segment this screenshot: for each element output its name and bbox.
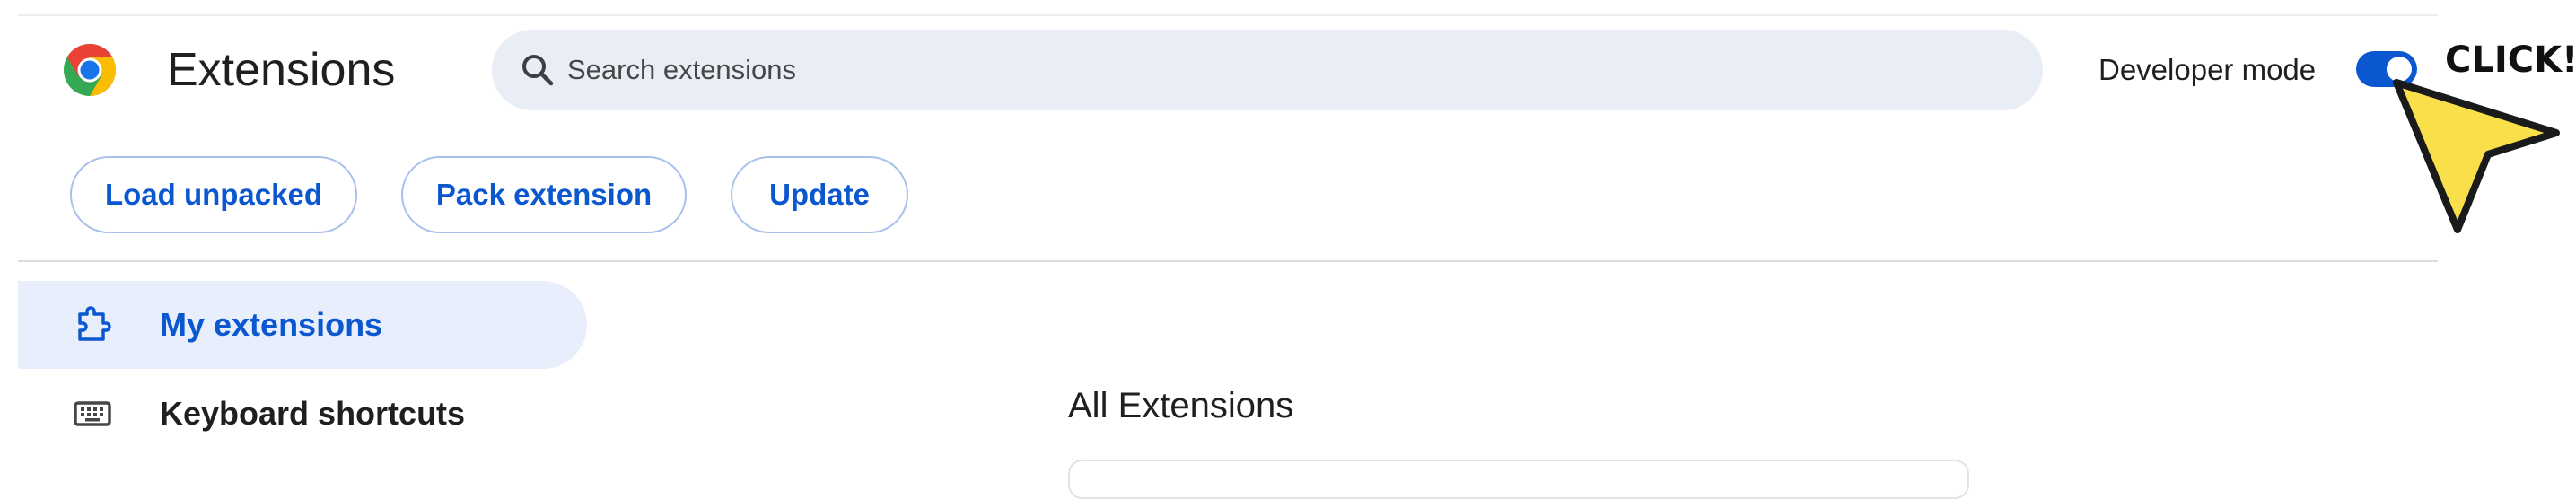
toolbar-divider <box>18 260 2438 262</box>
section-title: All Extensions <box>1068 386 1294 425</box>
sidebar-item-keyboard-shortcuts[interactable]: Keyboard shortcuts <box>18 370 587 458</box>
click-annotation: CLICK! <box>2393 39 2576 233</box>
sidebar-item-label: Keyboard shortcuts <box>160 395 466 432</box>
search-input[interactable] <box>567 30 2003 110</box>
load-unpacked-button[interactable]: Load unpacked <box>70 156 357 233</box>
search-icon <box>522 55 554 86</box>
pointer-arrow-icon <box>2393 79 2560 233</box>
top-divider <box>18 14 2438 16</box>
pack-extension-button[interactable]: Pack extension <box>401 156 687 233</box>
sidebar-item-label: My extensions <box>160 306 383 343</box>
chrome-logo-icon <box>64 44 116 96</box>
extension-puzzle-icon <box>78 306 111 341</box>
page-title: Extensions <box>167 44 396 96</box>
keyboard-icon <box>74 401 111 426</box>
update-button[interactable]: Update <box>731 156 908 233</box>
developer-mode-label: Developer mode <box>2098 53 2317 86</box>
extension-card <box>1068 460 1969 499</box>
sidebar-item-my-extensions[interactable]: My extensions <box>18 281 587 369</box>
click-annotation-text: CLICK! <box>2445 39 2576 81</box>
search-bar[interactable] <box>492 30 2043 110</box>
